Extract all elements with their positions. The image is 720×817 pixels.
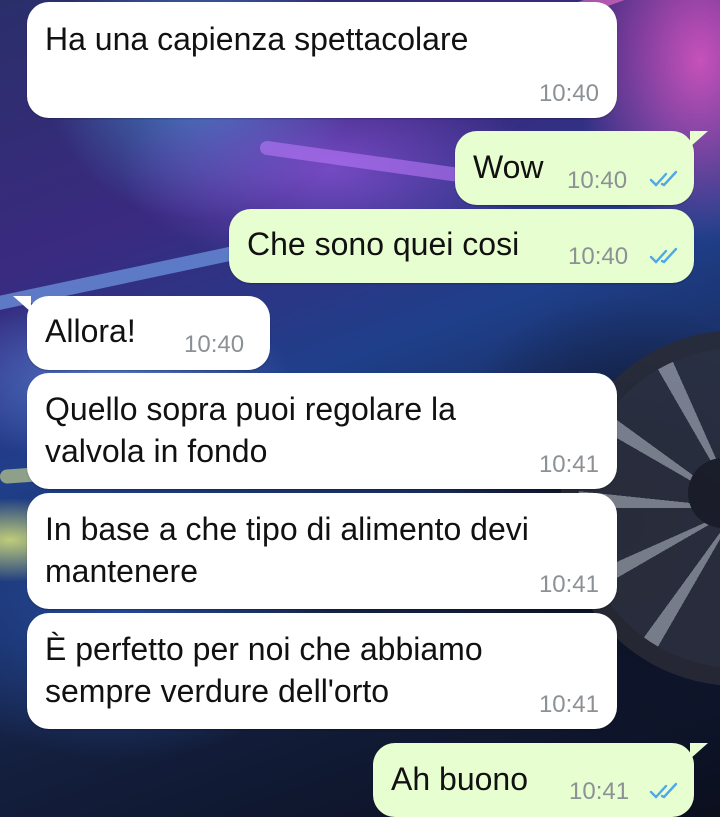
message-bubble-incoming[interactable]: Quello sopra puoi regolare la valvola in… xyxy=(27,373,617,489)
message-text-line: In base a che tipo di alimento devi xyxy=(45,511,529,547)
message-text: Ha una capienza spettacolare xyxy=(45,21,469,57)
message-text: Wow xyxy=(473,149,544,185)
message-timestamp: 10:40 xyxy=(567,167,628,194)
message-text: Che sono quei cosi xyxy=(247,226,520,262)
message-text-line: È perfetto per noi che abbiamo xyxy=(45,631,483,667)
message-timestamp: 10:40 xyxy=(568,243,629,270)
message-timestamp: 10:41 xyxy=(538,451,599,478)
message-bubble-incoming[interactable]: Allora! 10:40 xyxy=(13,296,270,370)
double-check-read-icon xyxy=(649,170,678,187)
message-text: Allora! xyxy=(45,313,136,349)
message-bubble-incoming[interactable]: In base a che tipo di alimento devi mant… xyxy=(27,493,617,609)
message-bubble-outgoing[interactable]: Che sono quei cosi 10:40 xyxy=(229,209,694,283)
message-text-line: Quello sopra puoi regolare la xyxy=(45,391,456,427)
message-timestamp: 10:41 xyxy=(569,778,630,805)
message-timestamp: 10:40 xyxy=(184,331,245,358)
message-bubble-incoming[interactable]: È perfetto per noi che abbiamo sempre ve… xyxy=(27,613,617,729)
message-timestamp: 10:41 xyxy=(538,571,599,598)
message-timestamp: 10:40 xyxy=(538,80,599,107)
message-text-line: valvola in fondo xyxy=(45,433,268,469)
message-timestamp: 10:41 xyxy=(538,691,599,718)
message-bubble-incoming[interactable]: Ha una capienza spettacolare 10:40 xyxy=(27,2,617,118)
message-bubble-outgoing[interactable]: Ah buono 10:41 xyxy=(373,743,708,817)
message-text-line: sempre verdure dell'orto xyxy=(45,673,390,709)
message-text: Ah buono xyxy=(391,761,529,797)
double-check-read-icon xyxy=(649,247,678,264)
double-check-read-icon xyxy=(649,782,678,799)
message-bubble-outgoing[interactable]: Wow 10:40 xyxy=(455,131,708,205)
message-text-line: mantenere xyxy=(45,553,198,589)
